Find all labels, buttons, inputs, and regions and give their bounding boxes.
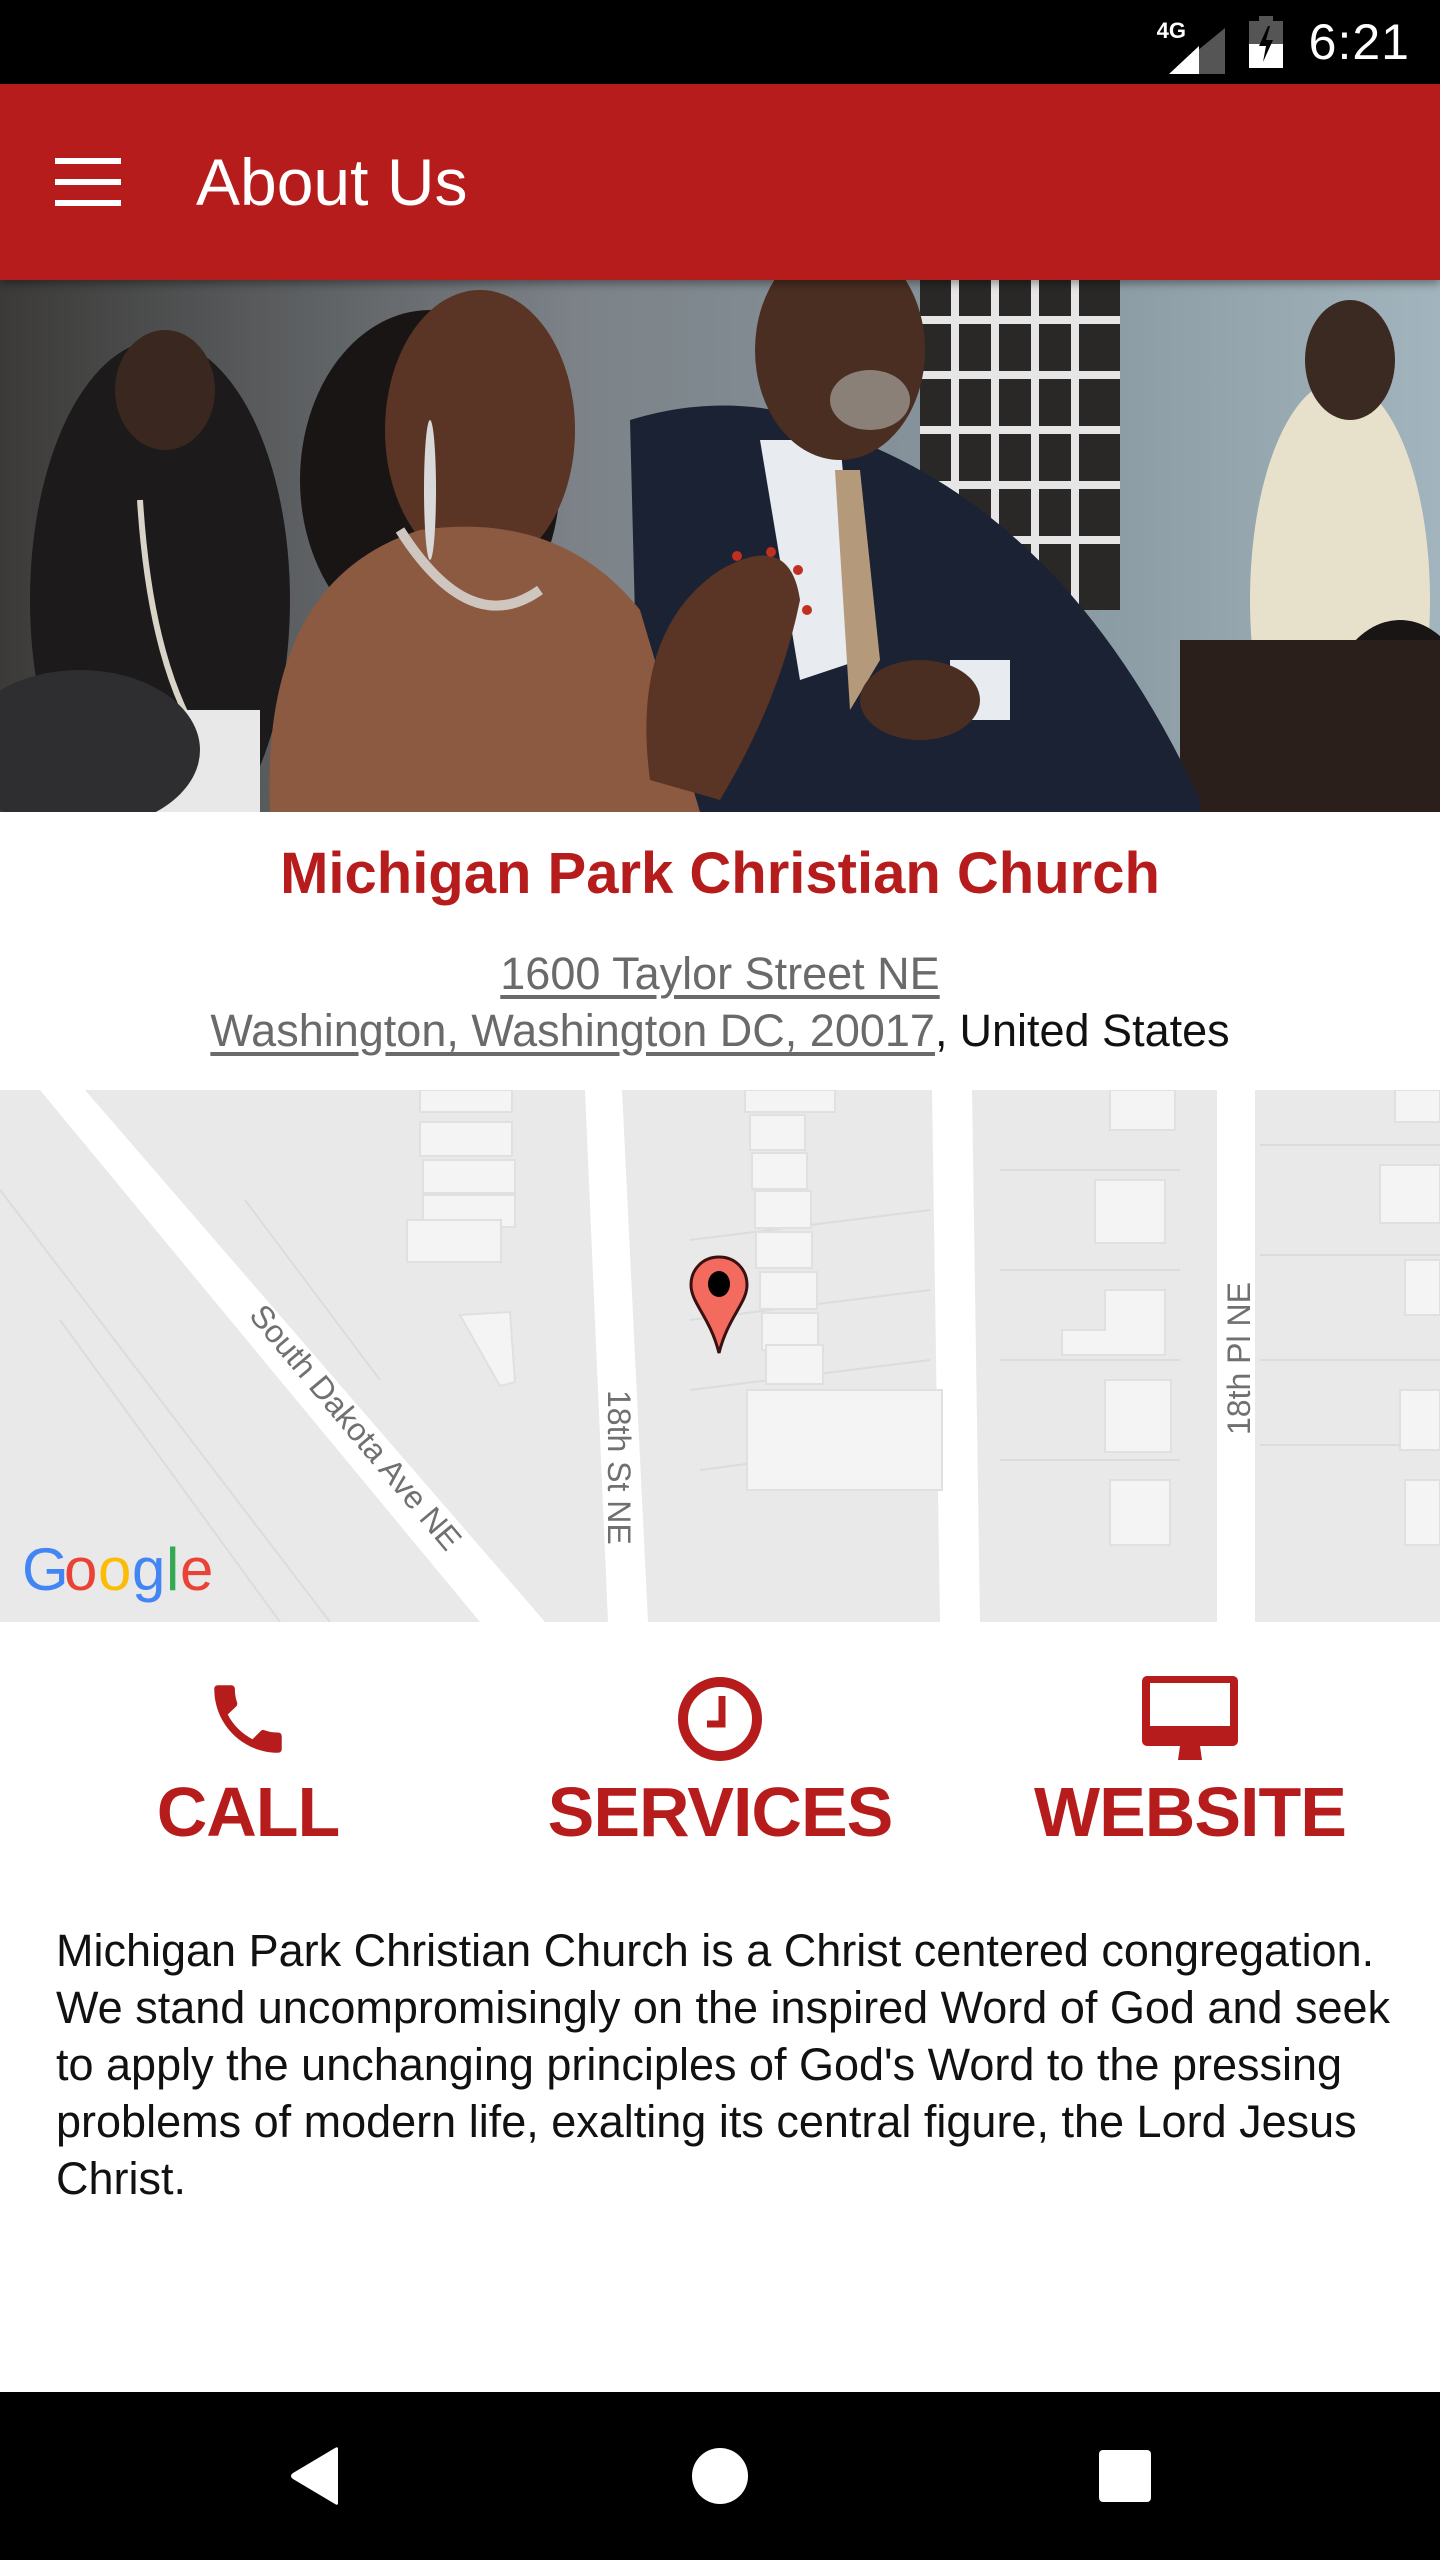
system-nav-bar [0, 2392, 1440, 2560]
address-line-1-link[interactable]: 1600 Taylor Street NE [500, 948, 939, 999]
signal-icon [1168, 28, 1225, 74]
svg-text:l: l [166, 1536, 179, 1603]
website-button[interactable]: WEBSITE [980, 1660, 1400, 1860]
page-title: About Us [196, 145, 468, 219]
street-label-18th-pl: 18th Pl NE [1221, 1282, 1257, 1435]
network-indicator: 4G [1157, 14, 1225, 74]
address-line-2-row: Washington, Washington DC, 20017, United … [0, 1005, 1440, 1057]
clock-icon [678, 1677, 762, 1761]
address-line-2-link[interactable]: Washington, Washington DC, 20017 [210, 1005, 935, 1056]
home-icon [692, 2448, 748, 2504]
church-name: Michigan Park Christian Church [280, 841, 1160, 906]
svg-text:o: o [98, 1536, 131, 1603]
status-bar: 4G 6:21 [0, 0, 1440, 84]
menu-button[interactable] [48, 142, 128, 222]
action-buttons: CALL SERVICES WEBSITE [0, 1660, 1440, 1860]
svg-text:g: g [132, 1536, 165, 1603]
back-icon [291, 2447, 338, 2505]
back-button[interactable] [255, 2436, 375, 2516]
call-button[interactable]: CALL [38, 1660, 458, 1860]
services-button[interactable]: SERVICES [510, 1660, 930, 1860]
status-time: 6:21 [1308, 14, 1410, 70]
home-button[interactable] [660, 2436, 780, 2516]
call-label: CALL [156, 1773, 341, 1851]
location-map[interactable]: South Dakota Ave NE 18th St NE 18th Pl N… [0, 1090, 1440, 1622]
recents-button[interactable] [1065, 2436, 1185, 2516]
address-separator: , [934, 1005, 948, 1056]
hamburger-menu-icon [55, 158, 121, 206]
street-label-18th-st: 18th St NE [601, 1390, 637, 1545]
app-toolbar: About Us [0, 84, 1440, 280]
address-country: United States [959, 1005, 1230, 1056]
svg-text:o: o [64, 1536, 97, 1603]
website-label: WEBSITE [1034, 1773, 1347, 1851]
address-line-1-row: 1600 Taylor Street NE [0, 948, 1440, 1000]
recents-icon [1099, 2450, 1151, 2502]
hero-image [0, 280, 1440, 812]
map-pin-icon[interactable] [688, 1255, 750, 1355]
svg-text:G: G [22, 1536, 69, 1603]
map-canvas: South Dakota Ave NE 18th St NE 18th Pl N… [0, 1090, 1440, 1622]
phone-icon [214, 1685, 282, 1753]
svg-text:e: e [180, 1536, 213, 1603]
monitor-icon [1142, 1676, 1238, 1760]
services-label: SERVICES [547, 1773, 894, 1851]
hero-photo [0, 280, 1440, 812]
church-description: Michigan Park Christian Church is a Chri… [56, 1925, 1391, 2204]
google-attribution: G o o g l e [22, 1536, 213, 1603]
battery-charging-icon [1248, 16, 1283, 68]
